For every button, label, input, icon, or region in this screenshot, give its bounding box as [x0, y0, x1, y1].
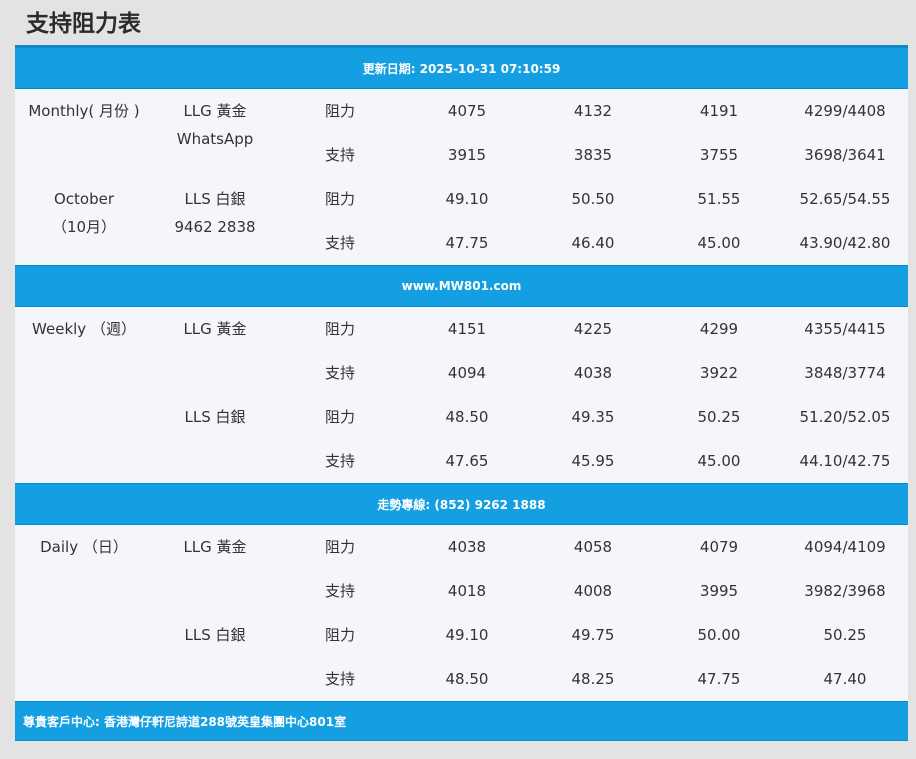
update-date-banner: 更新日期: 2025-10-31 07:10:59: [15, 45, 908, 89]
support-label: 支持: [325, 364, 356, 382]
period-label: Monthly( 月份 ): [28, 102, 140, 120]
value-cell: 48.25: [571, 670, 615, 688]
resistance-label: 阻力: [325, 102, 356, 120]
value-cell: 50.50: [571, 190, 615, 208]
value-cell: 49.35: [571, 408, 615, 426]
support-resistance-table: 更新日期: 2025-10-31 07:10:59 Monthly( 月份 ) …: [15, 45, 908, 741]
value-cell: 4038: [573, 364, 613, 382]
value-cell: 4018: [447, 582, 487, 600]
resistance-label: 阻力: [325, 408, 356, 426]
value-cell: 4038: [447, 538, 487, 556]
value-cell: 50.25: [697, 408, 741, 426]
period-sub-label-2: （10月）: [51, 218, 117, 236]
value-cell: 3698/3641: [804, 146, 886, 164]
value-cell: 44.10/42.75: [799, 452, 891, 470]
value-cell: 4151: [447, 320, 487, 338]
value-cell: 3922: [699, 364, 739, 382]
silver-label: LLS 白銀: [184, 190, 246, 208]
value-cell: 48.50: [445, 670, 489, 688]
value-cell: 47.65: [445, 452, 489, 470]
value-cell: 4058: [573, 538, 613, 556]
value-cell: 49.75: [571, 626, 615, 644]
value-cell: 4132: [573, 102, 613, 120]
monthly-section: Monthly( 月份 ) October （10月） LLG 黃金 Whats…: [15, 89, 908, 265]
value-cell: 3915: [447, 146, 487, 164]
value-cell: 50.00: [697, 626, 741, 644]
period-label: Weekly （週）: [32, 320, 136, 338]
value-cell: 45.95: [571, 452, 615, 470]
support-label: 支持: [325, 452, 356, 470]
value-cell: 50.25: [823, 626, 867, 644]
resistance-label: 阻力: [325, 190, 356, 208]
value-cell: 3995: [699, 582, 739, 600]
value-cell: 4075: [447, 102, 487, 120]
hotline-text: 走勢專線: (852) 9262 1888: [377, 497, 546, 512]
value-cell: 4094: [447, 364, 487, 382]
value-cell: 4299: [699, 320, 739, 338]
value-cell: 3982/3968: [804, 582, 886, 600]
resistance-label: 阻力: [325, 626, 356, 644]
resistance-label: 阻力: [325, 538, 356, 556]
silver-label: LLS 白銀: [184, 626, 246, 644]
page-title: 支持阻力表: [26, 11, 141, 37]
period-sub-label: October: [53, 190, 115, 208]
value-cell: 4355/4415: [804, 320, 886, 338]
value-cell: 46.40: [571, 234, 615, 252]
whatsapp-number: 9462 2838: [174, 218, 256, 236]
daily-section: Daily （日） LLG 黃金 LLS 白銀 阻力 4038 4058 407…: [15, 525, 908, 701]
value-cell: 3835: [573, 146, 613, 164]
support-label: 支持: [325, 670, 356, 688]
value-cell: 49.10: [445, 190, 489, 208]
update-date-text: 更新日期: 2025-10-31 07:10:59: [362, 61, 561, 76]
address-banner: 尊貴客戶中心: 香港灣仔軒尼詩道288號英皇集團中心801室: [15, 701, 908, 741]
value-cell: 4094/4109: [804, 538, 886, 556]
value-cell: 4191: [699, 102, 739, 120]
address-text: 尊貴客戶中心: 香港灣仔軒尼詩道288號英皇集團中心801室: [23, 714, 347, 729]
value-cell: 45.00: [697, 234, 741, 252]
weekly-section: Weekly （週） LLG 黃金 LLS 白銀 阻力 4151 4225 42…: [15, 307, 908, 483]
period-label: Daily （日）: [40, 538, 128, 556]
value-cell: 47.75: [697, 670, 741, 688]
value-cell: 47.40: [823, 670, 867, 688]
value-cell: 45.00: [697, 452, 741, 470]
value-cell: 43.90/42.80: [799, 234, 891, 252]
support-label: 支持: [325, 582, 356, 600]
value-cell: 51.55: [697, 190, 741, 208]
value-cell: 51.20/52.05: [799, 408, 891, 426]
support-label: 支持: [325, 234, 356, 252]
value-cell: 3848/3774: [804, 364, 886, 382]
value-cell: 47.75: [445, 234, 489, 252]
value-cell: 3755: [699, 146, 739, 164]
value-cell: 4225: [573, 320, 613, 338]
website-link[interactable]: www.MW801.com: [402, 279, 522, 293]
resistance-label: 阻力: [325, 320, 356, 338]
value-cell: 4079: [699, 538, 739, 556]
support-label: 支持: [325, 146, 356, 164]
whatsapp-label: WhatsApp: [176, 130, 254, 148]
website-banner: www.MW801.com: [15, 265, 908, 307]
value-cell: 49.10: [445, 626, 489, 644]
value-cell: 52.65/54.55: [799, 190, 891, 208]
hotline-banner: 走勢專線: (852) 9262 1888: [15, 483, 908, 525]
gold-label: LLG 黃金: [183, 320, 247, 338]
value-cell: 48.50: [445, 408, 489, 426]
gold-label: LLG 黃金: [183, 538, 247, 556]
value-cell: 4008: [573, 582, 613, 600]
silver-label: LLS 白銀: [184, 408, 246, 426]
value-cell: 4299/4408: [804, 102, 886, 120]
gold-label: LLG 黃金: [183, 102, 247, 120]
